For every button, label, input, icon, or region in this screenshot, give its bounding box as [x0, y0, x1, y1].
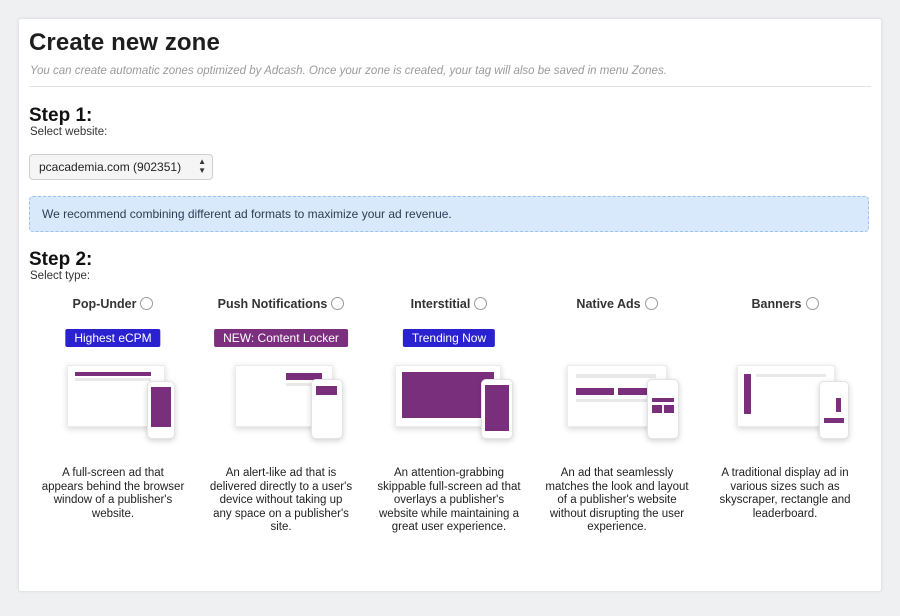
type-option-pop-under[interactable]: Pop-Under Highest eCPM A full-screen ad …	[29, 297, 197, 559]
interstitial-illustration-icon	[365, 355, 533, 461]
type-badge: NEW: Content Locker	[214, 329, 348, 347]
page-title: Create new zone	[29, 29, 220, 56]
type-description: An attention-grabbing skippable full-scr…	[377, 467, 521, 534]
interstitial-radio[interactable]	[474, 297, 488, 310]
type-name: Push Notifications	[217, 297, 328, 311]
type-description: An alert-like ad that is delivered direc…	[209, 467, 353, 534]
type-badge: Trending Now	[402, 329, 496, 347]
create-zone-panel: Create new zone You can create automatic…	[18, 18, 882, 592]
native-ads-radio[interactable]	[644, 297, 658, 310]
type-name: Native Ads	[576, 297, 641, 311]
page-subtitle: You can create automatic zones optimized…	[30, 65, 667, 77]
recommendation-notice: We recommend combining different ad form…	[29, 196, 869, 232]
type-option-native-ads[interactable]: Native Ads An ad that seamlessly matches…	[533, 297, 701, 559]
pop-under-radio[interactable]	[140, 297, 154, 310]
type-option-interstitial[interactable]: Interstitial Trending Now An attention-g…	[365, 297, 533, 559]
type-name: Pop-Under	[72, 297, 137, 311]
website-select-value: pcacademia.com (902351)	[39, 160, 182, 174]
native-ads-illustration-icon	[533, 355, 701, 461]
header-divider	[29, 86, 871, 87]
type-badge: Highest eCPM	[65, 329, 161, 347]
push-notification-illustration-icon	[197, 355, 365, 461]
website-select[interactable]: pcacademia.com (902351) ▲ ▼	[29, 154, 213, 180]
ad-type-options: Pop-Under Highest eCPM A full-screen ad …	[29, 297, 869, 559]
type-name: Banners	[751, 297, 802, 311]
type-name: Interstitial	[410, 297, 471, 311]
banners-radio[interactable]	[805, 297, 819, 310]
push-notifications-radio[interactable]	[331, 297, 345, 310]
step1-title: Step 1:	[29, 105, 93, 126]
type-description: A traditional display ad in various size…	[719, 467, 851, 520]
step1-label: Select website:	[30, 126, 108, 138]
type-option-push-notifications[interactable]: Push Notifications NEW: Content Locker A…	[197, 297, 365, 559]
type-option-banners[interactable]: Banners A traditional display ad in vari…	[701, 297, 869, 559]
banners-illustration-icon	[701, 355, 869, 461]
step2-label: Select type:	[30, 270, 91, 282]
type-description: A full-screen ad that appears behind the…	[41, 467, 185, 520]
type-description: An ad that seamlessly matches the look a…	[545, 467, 689, 534]
step2-title: Step 2:	[29, 249, 93, 270]
pop-under-illustration-icon	[29, 355, 197, 461]
select-arrows-icon: ▲ ▼	[198, 157, 206, 175]
